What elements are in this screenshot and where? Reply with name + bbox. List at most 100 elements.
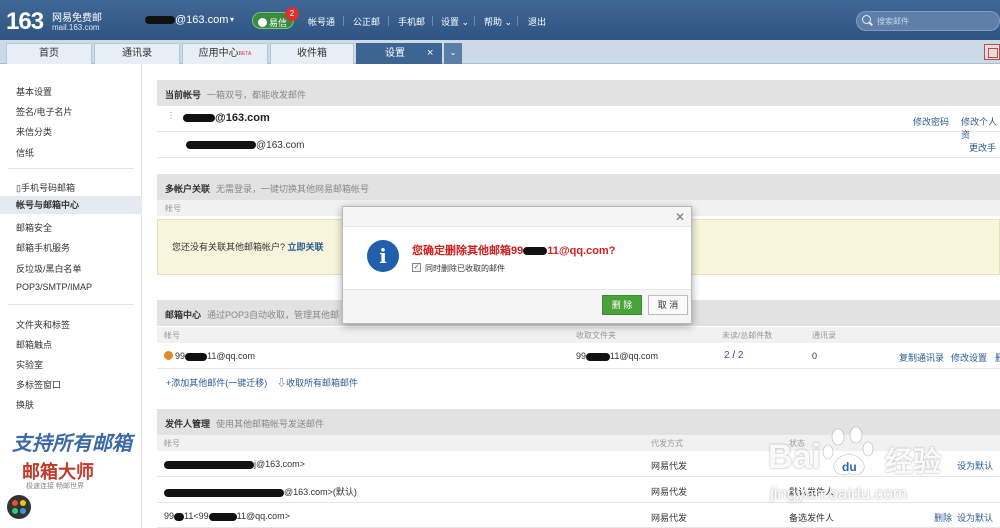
tab-app-center[interactable]: 应用中心BETA <box>182 43 268 64</box>
set-default-link[interactable]: 设为默认 <box>957 459 993 472</box>
tab-inbox[interactable]: 收件箱 <box>270 43 354 64</box>
divider <box>517 16 518 26</box>
unread-number[interactable]: 2 <box>724 350 730 361</box>
divider <box>474 16 475 26</box>
promo-slogan[interactable]: 支持所有邮箱 <box>12 427 132 456</box>
section-title: 邮箱中心 <box>165 310 202 320</box>
secondary-account: @163.com <box>186 140 305 151</box>
link-logout[interactable]: 退出 <box>528 15 546 28</box>
watermark-bai: Bai <box>768 438 821 476</box>
sidebar-item-mail-filter[interactable]: 来信分类 <box>16 125 52 138</box>
mailbox-icon[interactable] <box>984 44 1000 60</box>
section-multi-account: 多帐户关联 无需登录，一键切换其他网易邮箱帐号 <box>157 174 1000 200</box>
delete-sender-link[interactable]: 删除 <box>934 511 952 524</box>
redaction-mark <box>183 114 215 123</box>
link-help-label: 帮助 <box>484 17 503 27</box>
logo-title: 网易免费邮 <box>52 13 102 24</box>
section-subtitle: 使用其他邮箱帐号发送邮件 <box>216 419 325 429</box>
empty-notice-text: 您还没有关联其他邮箱帐户? 立即关联 <box>172 240 324 253</box>
sidebar-item-phone-mailbox[interactable]: ▯手机号码邮箱 <box>16 181 75 194</box>
redaction-mark <box>586 352 611 361</box>
chevron-down-icon: ⌄ <box>504 17 513 27</box>
sender-method: 网易代发 <box>651 461 688 471</box>
delete-fetched-label[interactable]: 同时删除已收取的邮件 <box>425 263 505 274</box>
yixin-badge: 2 <box>285 7 299 21</box>
column-header: 帐号 <box>164 331 180 340</box>
close-icon[interactable]: ✕ <box>675 210 685 224</box>
beta-badge: BETA <box>238 51 252 57</box>
primary-account-domain: @163.com <box>215 112 270 124</box>
close-icon[interactable]: × <box>427 47 433 59</box>
info-icon: i <box>367 240 399 272</box>
column-header: 帐号 <box>165 204 181 213</box>
sidebar-item-touchpoints[interactable]: 邮箱触点 <box>16 338 52 351</box>
redaction-mark <box>185 352 208 361</box>
yixin-icon <box>258 18 267 27</box>
mailbox-folder-suffix: 11@qq.com <box>610 351 659 361</box>
column-header: 收取文件夹 <box>576 331 616 340</box>
chevron-down-icon[interactable]: ▾ <box>230 15 234 24</box>
edit-settings-link[interactable]: 修改设置 <box>951 351 987 364</box>
logo-number[interactable]: 163 <box>6 8 44 36</box>
baidu-paw-icon: du <box>822 426 874 476</box>
redaction-mark <box>208 512 237 521</box>
link-fair-mail[interactable]: 公正邮 <box>353 15 380 28</box>
link-help[interactable]: 帮助 ⌄ <box>484 15 512 28</box>
cancel-button[interactable]: 取 消 <box>648 295 688 315</box>
sidebar-item-account-center[interactable]: 帐号与邮箱中心 <box>0 196 142 214</box>
link-account-pass[interactable]: 帐号通 <box>308 15 335 28</box>
sidebar-item-phone-service[interactable]: 邮箱手机服务 <box>16 241 70 254</box>
section-subtitle: 一箱双号，都能收发邮件 <box>207 90 307 100</box>
column-header: 代发方式 <box>651 439 683 448</box>
sender-status: 备选发件人 <box>789 513 835 523</box>
delete-fetched-checkbox[interactable]: ✓ <box>412 263 421 272</box>
sidebar-item-folders[interactable]: 文件夹和标签 <box>16 318 70 331</box>
link-settings-label: 设置 <box>441 17 460 27</box>
sender-account-suffix: j@163.com> <box>254 459 305 469</box>
sidebar-item-pop3[interactable]: POP3/SMTP/IMAP <box>16 282 92 292</box>
sender-method: 网易代发 <box>651 513 688 523</box>
set-default-link[interactable]: 设为默认 <box>957 511 993 524</box>
confirm-delete-button[interactable]: 删 除 <box>602 295 642 315</box>
delete-link[interactable]: 删 <box>995 351 1000 364</box>
mailbox-account-prefix: 99 <box>175 351 186 361</box>
sidebar-item-antispam[interactable]: 反垃圾/黑白名单 <box>16 262 82 275</box>
sidebar-item-skin[interactable]: 换肤 <box>16 398 34 411</box>
sidebar-item-security[interactable]: 邮箱安全 <box>16 221 52 234</box>
contacts-count: 0 <box>812 351 818 361</box>
sidebar-item-stationery[interactable]: 信纸 <box>16 146 34 159</box>
sidebar-item-lab[interactable]: 实验室 <box>16 358 43 371</box>
search-input[interactable]: 搜索邮件 <box>856 11 1000 31</box>
sender-account-middle: 11<99 <box>184 511 209 521</box>
divider <box>432 16 433 26</box>
account-domain: @163.com <box>175 14 229 26</box>
link-account-now[interactable]: 立即关联 <box>288 242 324 252</box>
divider <box>8 304 134 305</box>
sidebar-item-basic-settings[interactable]: 基本设置 <box>16 85 52 98</box>
sidebar-item-label: 手机号码邮箱 <box>20 183 75 193</box>
chevron-down-icon[interactable]: ⌄ <box>444 43 462 64</box>
sidebar-item-multitab[interactable]: 多标签窗口 <box>16 378 61 391</box>
app-grid-icon[interactable] <box>7 495 31 519</box>
fetch-all-link[interactable]: ⇩收取所有邮箱邮件 <box>277 376 358 389</box>
drag-handle[interactable]: ⋮ <box>167 111 175 120</box>
account-name[interactable]: @163.com <box>145 14 228 26</box>
dialog-titlebar <box>343 207 691 227</box>
section-subtitle: 通过POP3自动收取，管理其他邮 <box>207 310 340 320</box>
total-number[interactable]: 2 <box>738 350 744 361</box>
change-password-link[interactable]: 修改密码 <box>913 115 949 128</box>
redaction-mark <box>523 247 548 256</box>
tab-home[interactable]: 首页 <box>6 43 92 64</box>
link-settings[interactable]: 设置 ⌄ <box>441 15 469 28</box>
tab-contacts[interactable]: 通讯录 <box>94 43 180 64</box>
link-mobile-mail[interactable]: 手机邮 <box>398 15 425 28</box>
column-header: 未读/总邮件数 <box>722 331 773 340</box>
copy-contacts-link[interactable]: 复制通讯录 <box>899 351 944 364</box>
unread-count: 2 / 2 <box>724 350 744 361</box>
fetch-all-label: 收取所有邮箱邮件 <box>286 378 359 388</box>
change-phone-link[interactable]: 更改手 <box>969 141 996 154</box>
sidebar-item-signature[interactable]: 签名/电子名片 <box>16 105 73 118</box>
watermark-url: jingyan.baidu.com <box>770 484 908 503</box>
add-mailbox-link[interactable]: +添加其他邮件(一键迁移) <box>166 376 267 389</box>
mailbox-account-suffix: 11@qq.com <box>207 351 256 361</box>
